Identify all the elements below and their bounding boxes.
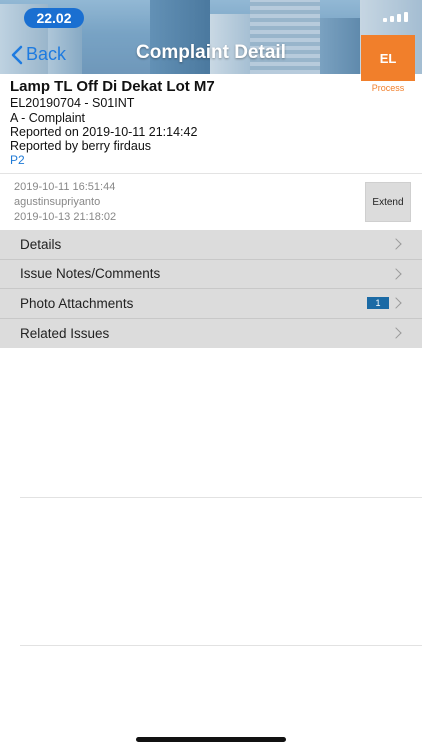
reported-on: Reported on 2019-10-11 21:14:42 [10,125,198,139]
signal-icon [383,12,408,22]
category-badge: EL [361,35,415,81]
extend-button[interactable]: Extend [365,182,411,222]
assigned-time: 2019-10-11 16:51:44 [14,181,116,193]
complaint-title: Lamp TL Off Di Dekat Lot M7 [10,78,215,95]
menu-item-label: Photo Attachments [20,295,134,311]
reported-by: Reported by berry firdaus [10,139,152,153]
menu-item-label: Issue Notes/Comments [20,266,161,282]
menu-item-related-issues[interactable]: Related Issues [0,319,422,349]
menu-item-label: Details [20,236,62,252]
count-badge: 1 [367,297,389,310]
menu-item-label: Related Issues [20,325,110,341]
menu-item-issue-notes[interactable]: Issue Notes/Comments [0,260,422,289]
complaint-summary: Lamp TL Off Di Dekat Lot M7 EL20190704 -… [0,74,422,174]
menu-item-photo-attachments[interactable]: Photo Attachments 1 [0,289,422,319]
status-time: 22.02 [24,8,84,28]
chevron-right-icon [390,297,402,309]
priority-label: P2 [10,153,25,167]
home-indicator[interactable] [136,737,286,742]
detail-menu: Details Issue Notes/Comments Photo Attac… [0,230,422,348]
chevron-right-icon [390,268,402,280]
divider [20,497,422,498]
due-time: 2019-10-13 21:18:02 [14,211,117,223]
menu-item-details[interactable]: Details [0,230,422,260]
chevron-right-icon [390,327,402,339]
timeline: 2019-10-11 16:51:44 agustinsupriyanto 20… [0,175,422,230]
status-label: Process [371,83,405,93]
page-title: Complaint Detail [136,42,286,63]
chevron-right-icon [390,238,402,250]
assignee-name: agustinsupriyanto [14,196,101,208]
header: 22.02 Back Complaint Detail [0,0,422,74]
complaint-code: EL20190704 - S01INT [10,96,135,110]
divider [20,645,422,646]
complaint-category: A - Complaint [10,111,86,125]
